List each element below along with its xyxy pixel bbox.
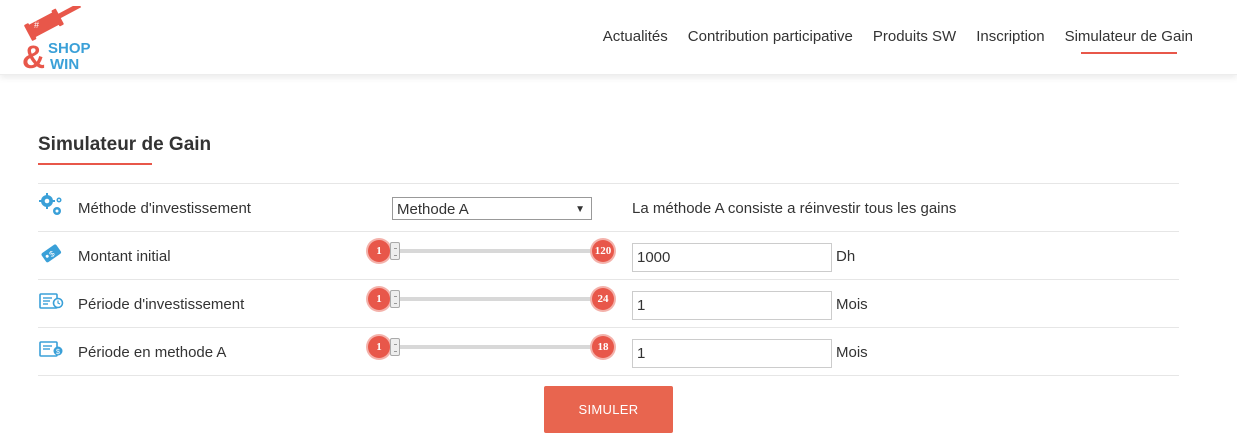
slider-min-badge: 1 — [368, 240, 390, 262]
period-a-label: Période en methode A — [78, 344, 227, 361]
nav-simulateur[interactable]: Simulateur de Gain — [1065, 27, 1193, 54]
period-a-slider[interactable]: 1 18 — [368, 335, 614, 361]
period-unit: Mois — [836, 296, 868, 313]
nav-contribution[interactable]: Contribution participative — [688, 27, 853, 47]
money-tag-icon: $ — [41, 244, 62, 263]
period-input[interactable] — [632, 291, 832, 320]
period-a-row: $ Période en methode A 1 18 Mois — [38, 327, 1179, 376]
amount-input[interactable] — [632, 243, 832, 272]
amount-unit: Dh — [836, 248, 856, 265]
period-row: Période d'investissement 1 24 Mois — [38, 279, 1179, 327]
chevron-down-icon: ▼ — [575, 204, 585, 215]
svg-text:WIN: WIN — [50, 56, 79, 72]
slider-max-badge: 24 — [592, 288, 614, 310]
svg-text:SHOP: SHOP — [48, 40, 91, 57]
slider-max-badge: 18 — [592, 336, 614, 358]
slider-track — [378, 345, 604, 349]
slider-handle[interactable] — [390, 290, 400, 308]
period-a-unit: Mois — [836, 344, 868, 361]
slider-track — [378, 297, 604, 301]
slider-min-badge: 1 — [368, 336, 390, 358]
gears-icon — [39, 193, 62, 215]
svg-text:#: # — [34, 20, 39, 30]
nav-produits[interactable]: Produits SW — [873, 27, 956, 47]
method-select-value: Methode A — [397, 201, 469, 218]
title-underline — [38, 163, 152, 165]
nav-inscription[interactable]: Inscription — [976, 27, 1044, 47]
period-slider[interactable]: 1 24 — [368, 287, 614, 313]
amount-slider[interactable]: 1 120 — [368, 239, 614, 265]
slider-track — [378, 249, 604, 253]
method-label: Méthode d'investissement — [78, 200, 251, 217]
svg-text:$: $ — [56, 349, 60, 356]
calendar-clock-icon — [39, 293, 64, 309]
slider-handle[interactable] — [390, 242, 400, 260]
svg-text:&: & — [22, 39, 45, 72]
period-label: Période d'investissement — [78, 296, 245, 313]
simulator-form: Méthode d'investissement Methode A ▼ La … — [38, 183, 1179, 376]
page-title: Simulateur de Gain — [38, 134, 212, 155]
calendar-coin-icon: $ — [39, 341, 63, 357]
nav-actualites[interactable]: Actualités — [603, 27, 668, 47]
method-description: La méthode A consiste a réinvestir tous … — [632, 200, 957, 217]
simulate-button[interactable]: SIMULER — [544, 386, 673, 433]
method-select[interactable]: Methode A ▼ — [392, 197, 592, 220]
method-row: Méthode d'investissement Methode A ▼ La … — [38, 183, 1179, 231]
amount-label: Montant initial — [78, 248, 171, 265]
slider-handle[interactable] — [390, 338, 400, 356]
main-nav: Actualités Contribution participative Pr… — [583, 27, 1193, 54]
amount-row: $ Montant initial 1 120 Dh — [38, 231, 1179, 279]
shop-and-win-logo[interactable]: # & SHOP WIN — [20, 6, 100, 72]
header: # & SHOP WIN Actualités Contribution par… — [0, 0, 1237, 75]
period-a-input[interactable] — [632, 339, 832, 368]
slider-max-badge: 120 — [592, 240, 614, 262]
slider-min-badge: 1 — [368, 288, 390, 310]
